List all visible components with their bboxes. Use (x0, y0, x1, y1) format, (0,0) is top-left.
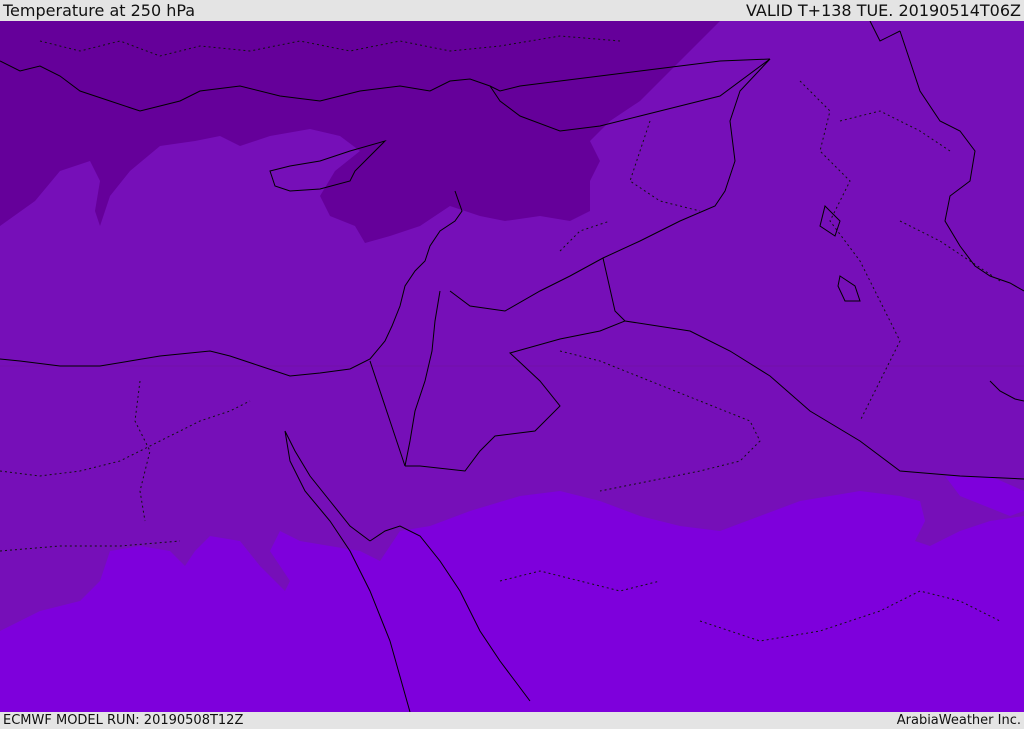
credit: ArabiaWeather Inc. (896, 713, 1021, 728)
temperature-field-band (0, 365, 1024, 367)
map-title: Temperature at 250 hPa (3, 1, 196, 20)
valid-time: VALID T+138 TUE. 20190514T06Z (745, 1, 1021, 20)
footer-bar: ECMWF MODEL RUN: 20190508T12Z ArabiaWeat… (0, 712, 1024, 729)
model-run: ECMWF MODEL RUN: 20190508T12Z (3, 713, 244, 728)
map-canvas (0, 21, 1024, 712)
header-bar: Temperature at 250 hPa VALID T+138 TUE. … (0, 0, 1024, 21)
map-view[interactable] (0, 21, 1024, 712)
